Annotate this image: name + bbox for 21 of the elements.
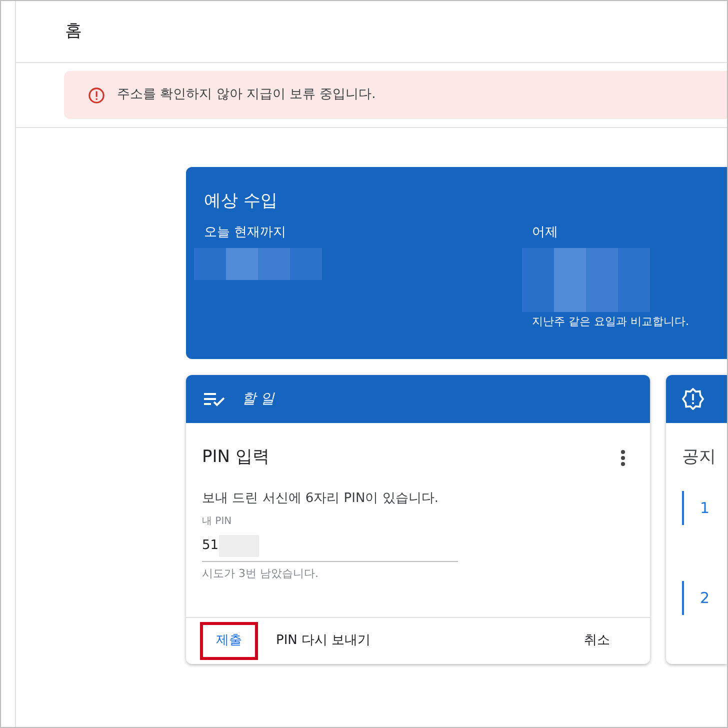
checklist-icon <box>204 391 226 407</box>
earnings-label: 오늘 현재까지 <box>204 224 286 242</box>
action-button[interactable]: PIN 다시 보내기 <box>266 625 381 657</box>
alert-message: 주소를 확인하지 않아 지급이 보류 중입니다. <box>117 86 376 104</box>
step-number: 1 <box>700 498 710 518</box>
helper-text: 시도가 3번 남았습니다. <box>202 566 318 582</box>
step-number: 2 <box>700 588 710 608</box>
task-description: 보내 드린 서신에 6자리 PIN이 있습니다. <box>202 490 438 508</box>
error-icon <box>88 86 105 104</box>
comparison-note: 지난주 같은 요일과 비교합니다. <box>532 314 689 330</box>
card-title: 공지 <box>682 446 717 469</box>
task-title: PIN 입력 <box>202 446 270 469</box>
card-header-title: 할 일 <box>242 390 274 408</box>
pin-field[interactable]: 내 PIN 51 <box>202 514 458 562</box>
more-icon[interactable] <box>620 448 626 467</box>
alert-badge-icon <box>682 388 704 410</box>
card-title: 예상 수입 <box>204 190 278 213</box>
page-title: 홈 <box>65 20 82 43</box>
action-button[interactable]: 취소 <box>574 625 620 657</box>
earnings-label: 어제 <box>532 224 558 242</box>
submit-button[interactable]: 제출 <box>206 625 252 657</box>
